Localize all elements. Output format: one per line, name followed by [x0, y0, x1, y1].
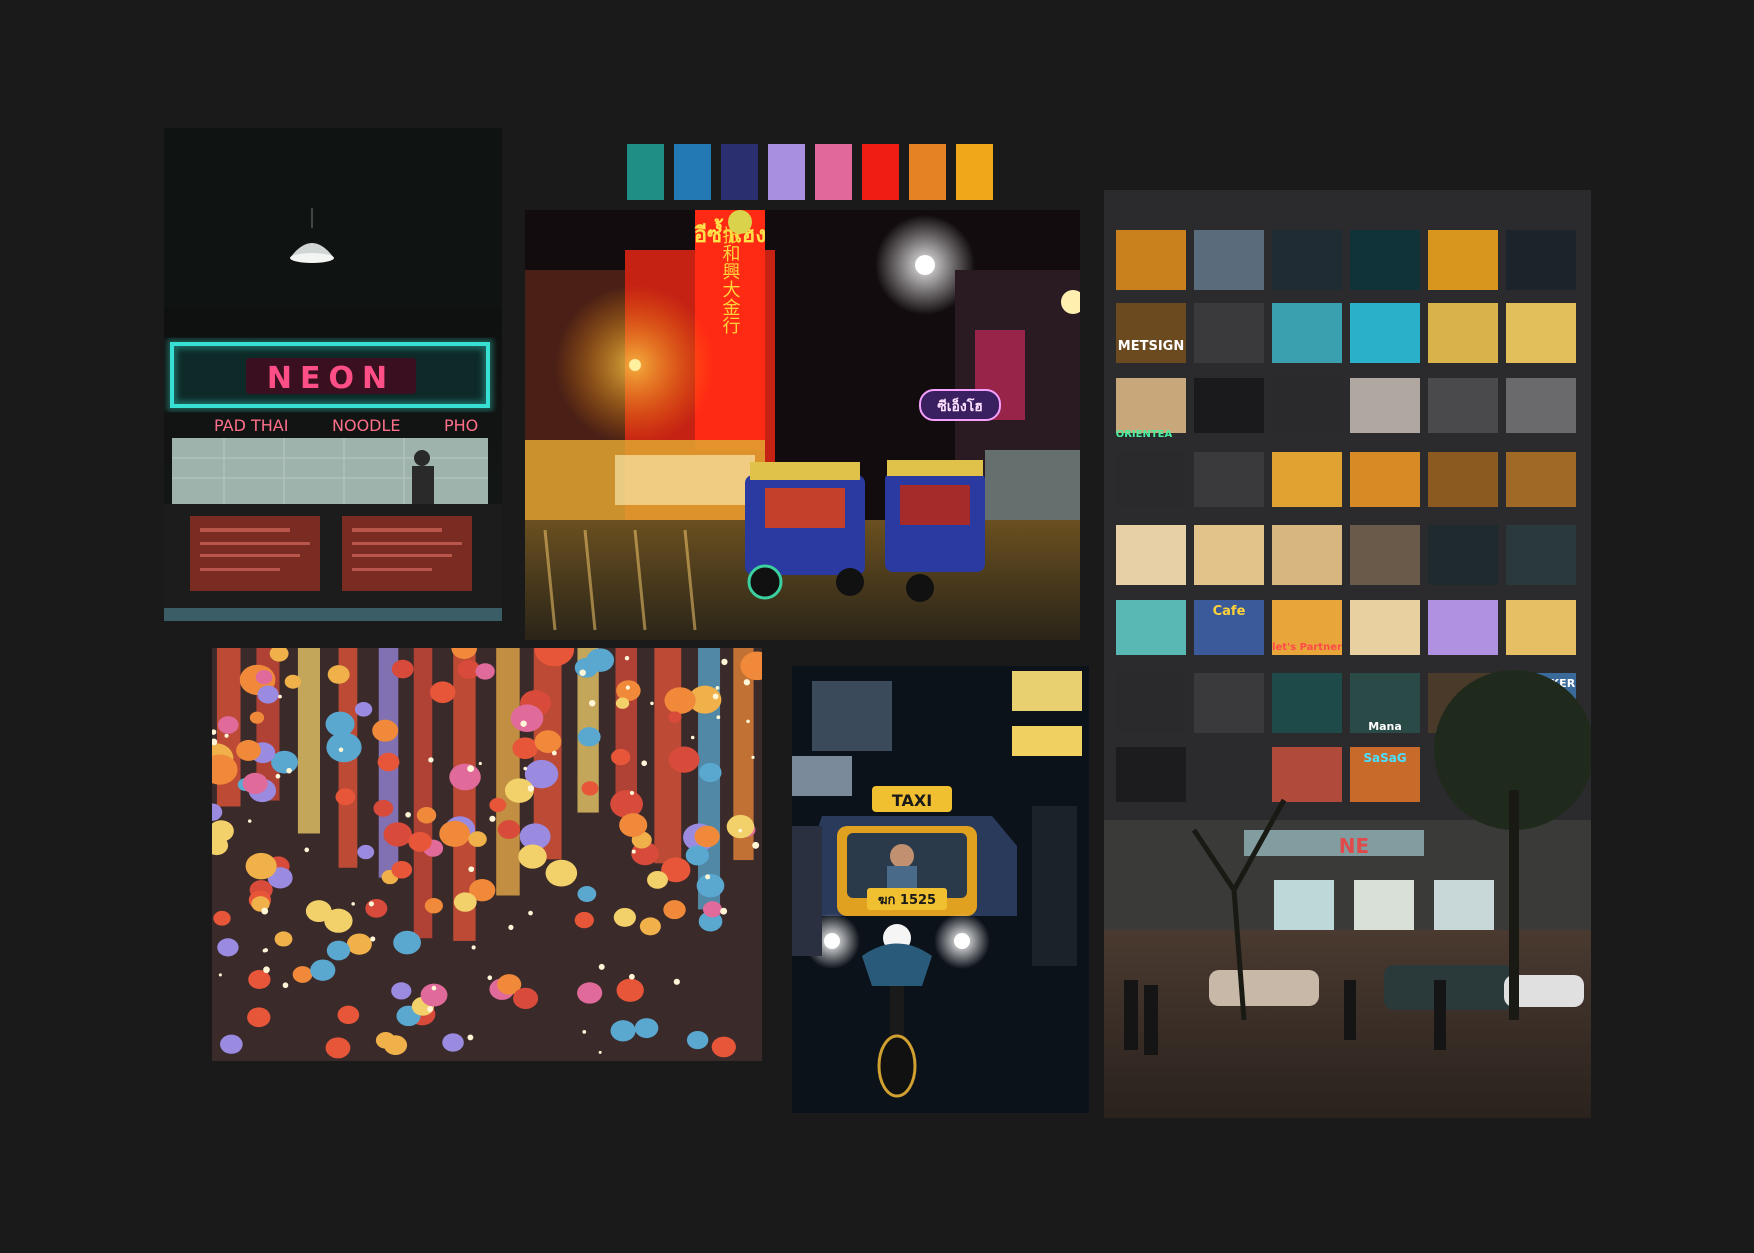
- menu-item-pho: PHO: [444, 416, 478, 435]
- chinese-vertical-sign: 振和興大金行: [720, 226, 741, 334]
- license-plate: ฆก 1525: [878, 893, 936, 908]
- swatch-navy: [721, 144, 758, 200]
- sign-lets-partner: let's Partner: [1272, 642, 1342, 653]
- sign-orientea: ORIENTEA: [1116, 429, 1173, 440]
- swatch-steel-blue: [674, 144, 711, 200]
- swatch-teal: [627, 144, 664, 200]
- menu-item-noodle: NOODLE: [332, 416, 401, 435]
- photo-chinatown-street: อีซ้ำเฮง 振和興大金行 ซีเอ็งโฮ: [525, 210, 1080, 640]
- round-thai-sign: ซีเอ็งโฮ: [937, 397, 983, 415]
- swatch-pink: [815, 144, 852, 200]
- swatch-amber: [956, 144, 993, 200]
- sign-cafe: Cafe: [1213, 604, 1246, 619]
- photo-neon-shop: NEON PAD THAI NOODLE PHO: [164, 128, 502, 621]
- sign-mana: Mana: [1368, 720, 1402, 733]
- photo-lanterns: [212, 648, 762, 1061]
- swatch-orange: [909, 144, 946, 200]
- menu-item-pad-thai: PAD THAI: [214, 416, 288, 435]
- sign-metsign: METSIGN: [1118, 339, 1184, 354]
- sign-sasag: SaSaG: [1363, 751, 1406, 765]
- swatch-lavender: [768, 144, 805, 200]
- swatch-red: [862, 144, 899, 200]
- sign-ground-floor: NE: [1339, 834, 1369, 858]
- photo-building-facade: METSIGN ORIENTEA Cafe let's Partner the …: [1104, 190, 1591, 1118]
- neon-sign-text: NEON: [267, 361, 395, 396]
- color-palette: [627, 144, 993, 200]
- photo-tuktuk-taxi: TAXI ฆก 1525: [792, 666, 1089, 1113]
- taxi-sign: TAXI: [892, 791, 932, 810]
